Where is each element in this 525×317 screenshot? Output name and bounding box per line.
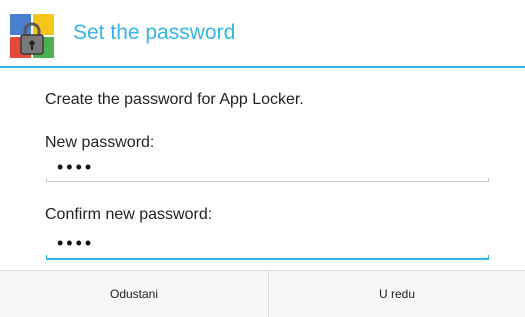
dialog-button-bar: Odustani U redu [0,270,525,317]
new-password-underline [46,178,489,182]
app-locker-icon [10,14,54,58]
dialog-message: Create the password for App Locker. [45,91,304,108]
set-password-dialog: Set the password Create the password for… [0,0,525,317]
dialog-title: Set the password [73,21,236,44]
confirm-password-underline [46,255,489,260]
cancel-button[interactable]: Odustani [0,271,268,317]
title-divider [0,66,525,68]
new-password-label: New password: [45,134,155,151]
ok-button[interactable]: U redu [269,271,525,317]
new-password-field[interactable] [57,155,477,179]
confirm-password-label: Confirm new password: [45,206,213,223]
dialog-titlebar: Set the password [0,0,525,66]
confirm-password-field[interactable] [57,231,477,255]
